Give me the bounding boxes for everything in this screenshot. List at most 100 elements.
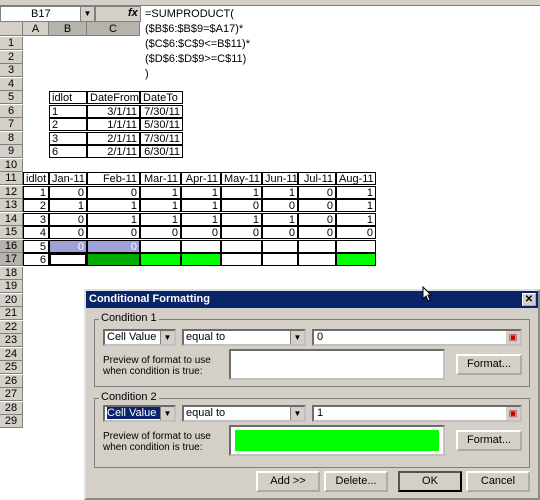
ok-button[interactable]: OK: [398, 471, 462, 492]
row-header-25[interactable]: 25: [0, 361, 23, 374]
row-header-9[interactable]: 9: [0, 145, 23, 158]
row-header-1[interactable]: 1: [0, 37, 23, 50]
row-header-6[interactable]: 6: [0, 104, 23, 118]
row-header-12[interactable]: 12: [0, 185, 23, 199]
table1-cell: 6: [49, 145, 87, 158]
row-header-21[interactable]: 21: [0, 307, 23, 320]
table2-cell: 0: [262, 226, 298, 239]
condition-2-preview: [229, 425, 445, 456]
row-header-3[interactable]: 3: [0, 64, 23, 77]
table2-idlot-cell: 3: [23, 212, 49, 226]
table2-cell: 1: [221, 185, 262, 199]
table2-cell: 1: [336, 199, 376, 212]
collapse-dialog-icon[interactable]: ▣: [506, 331, 520, 344]
row-header-7[interactable]: 7: [0, 118, 23, 131]
row-header-17[interactable]: 17: [0, 253, 23, 266]
row-header-18[interactable]: 18: [0, 266, 23, 280]
table2-cell[interactable]: [262, 253, 298, 266]
row-header-26[interactable]: 26: [0, 374, 23, 388]
table2-idlot-cell[interactable]: 6: [23, 253, 49, 266]
table2-cell[interactable]: [87, 253, 140, 266]
table2-cell[interactable]: [298, 239, 336, 253]
row-header-24[interactable]: 24: [0, 347, 23, 361]
table2-cell: 0: [181, 226, 221, 239]
table2-cell: 1: [140, 212, 181, 226]
row-header-4[interactable]: 4: [0, 77, 23, 91]
row-header-16[interactable]: 16: [0, 239, 23, 253]
table2-cell: 1: [336, 185, 376, 199]
row-header-28[interactable]: 28: [0, 401, 23, 415]
chevron-down-icon[interactable]: ▼: [160, 407, 174, 420]
table2-cell[interactable]: [221, 253, 262, 266]
table2-cell[interactable]: [49, 253, 87, 266]
row-header-2[interactable]: 2: [0, 50, 23, 64]
row-header-13[interactable]: 13: [0, 199, 23, 212]
condition-1-value-input[interactable]: 0 ▣: [312, 329, 522, 346]
row-header-29[interactable]: 29: [0, 415, 23, 428]
condition-2-type-select[interactable]: Cell Value Is ▼: [103, 405, 176, 422]
chevron-down-icon[interactable]: ▼: [290, 407, 304, 420]
table2-header: May-11: [221, 172, 262, 185]
table2-cell[interactable]: [336, 253, 376, 266]
row-header-15[interactable]: 15: [0, 226, 23, 239]
condition-2-format-button[interactable]: Format...: [456, 430, 522, 451]
table2-cell: 0: [262, 199, 298, 212]
table2-cell: 0: [298, 199, 336, 212]
row-header-8[interactable]: 8: [0, 131, 23, 145]
condition-2-operator-select[interactable]: equal to ▼: [182, 405, 306, 422]
row-header-22[interactable]: 22: [0, 320, 23, 334]
table2-cell: 0: [49, 185, 87, 199]
table2-cell: 0: [49, 212, 87, 226]
delete-button[interactable]: Delete...: [324, 471, 388, 492]
table2-cell[interactable]: [336, 239, 376, 253]
row-header-11[interactable]: 11: [0, 172, 23, 185]
cancel-button[interactable]: Cancel: [466, 471, 530, 492]
table2-cell[interactable]: [262, 239, 298, 253]
condition-1-operator-select[interactable]: equal to ▼: [182, 329, 306, 346]
table2-header: idlot: [23, 172, 49, 185]
table2-cell[interactable]: [181, 239, 221, 253]
condition-1-preview-label: Preview of format to use when condition …: [103, 355, 211, 377]
row-header-20[interactable]: 20: [0, 293, 23, 307]
table2-cell: 1: [262, 185, 298, 199]
column-header-b[interactable]: B: [49, 22, 87, 36]
table2-idlot-cell[interactable]: 5: [23, 239, 49, 253]
condition-1-label: Condition 1: [99, 312, 159, 324]
table2-cell[interactable]: 0: [49, 239, 87, 253]
chevron-down-icon[interactable]: ▼: [290, 331, 304, 344]
row-header-10[interactable]: 10: [0, 158, 23, 172]
row-header-27[interactable]: 27: [0, 388, 23, 401]
table2-cell[interactable]: [298, 253, 336, 266]
table2-cell[interactable]: [140, 239, 181, 253]
row-header-5[interactable]: 5: [0, 91, 23, 104]
condition-2-value: 1: [317, 407, 324, 419]
close-icon[interactable]: ✕: [522, 293, 536, 306]
add-button[interactable]: Add >>: [256, 471, 320, 492]
row-header-23[interactable]: 23: [0, 334, 23, 347]
table2-cell[interactable]: [181, 253, 221, 266]
table2-cell[interactable]: [221, 239, 262, 253]
table2-cell: 0: [336, 226, 376, 239]
row-header-19[interactable]: 19: [0, 280, 23, 293]
table2-cell: 0: [298, 185, 336, 199]
table2-cell[interactable]: 0: [87, 239, 140, 253]
condition-2-value-input[interactable]: 1 ▣: [312, 405, 522, 422]
condition-1-format-button[interactable]: Format...: [456, 354, 522, 375]
conditional-formatting-dialog: Conditional Formatting ✕ Condition 1 Cel…: [84, 289, 540, 500]
table1-cell: 7/30/11: [140, 104, 183, 118]
condition-2-operator-value: equal to: [186, 407, 226, 419]
column-header-a[interactable]: A: [23, 22, 49, 36]
dialog-title: Conditional Formatting: [86, 291, 538, 308]
table2-cell[interactable]: [140, 253, 181, 266]
column-header-c[interactable]: C: [87, 22, 140, 36]
formula-input[interactable]: =SUMPRODUCT( ($B$6:$B$9=$A17)* ($C$6:$C$…: [145, 7, 540, 82]
condition-1-type-select[interactable]: Cell Value Is ▼: [103, 329, 176, 346]
table2-cell: 0: [49, 226, 87, 239]
table1-header: idlot: [49, 91, 87, 104]
fx-icon[interactable]: fx: [128, 7, 138, 19]
row-header-14[interactable]: 14: [0, 212, 23, 226]
name-box-dropdown-icon[interactable]: ▼: [80, 7, 94, 21]
select-all-corner[interactable]: [0, 22, 23, 36]
chevron-down-icon[interactable]: ▼: [160, 331, 174, 344]
collapse-dialog-icon[interactable]: ▣: [506, 407, 520, 420]
